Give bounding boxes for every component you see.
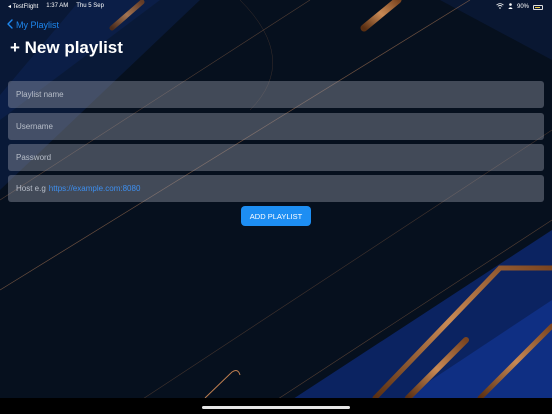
battery-icon <box>533 4 543 10</box>
host-example-link: https://example.com:8080 <box>48 184 141 193</box>
username-input[interactable] <box>16 122 536 131</box>
back-to-app-link[interactable]: ◂ TestFlight <box>8 3 38 10</box>
status-date: Thu 5 Sep <box>76 3 104 9</box>
page-title: + New playlist <box>10 38 123 57</box>
host-placeholder-prefix: Host e.g <box>16 184 46 193</box>
status-time: 1:37 AM <box>46 3 69 9</box>
wifi-icon <box>496 3 504 11</box>
password-field[interactable] <box>8 144 544 171</box>
battery-percent: 90% <box>516 4 529 10</box>
password-input[interactable] <box>16 153 536 162</box>
status-bar: ◂ TestFlight 1:37 AM Thu 5 Sep 90% <box>0 0 552 13</box>
playlist-name-field[interactable] <box>8 81 544 108</box>
back-button[interactable]: My Playlist <box>7 19 59 31</box>
playlist-name-input[interactable] <box>16 90 536 99</box>
host-field[interactable]: Host e.g https://example.com:8080 <box>8 175 544 202</box>
battery-level <box>535 6 541 8</box>
home-indicator[interactable] <box>202 406 350 409</box>
back-button-label: My Playlist <box>16 20 60 30</box>
person-icon <box>508 3 513 11</box>
username-field[interactable] <box>8 113 544 140</box>
add-playlist-button[interactable]: ADD PLAYLIST <box>241 206 311 226</box>
chevron-left-icon <box>7 19 13 31</box>
